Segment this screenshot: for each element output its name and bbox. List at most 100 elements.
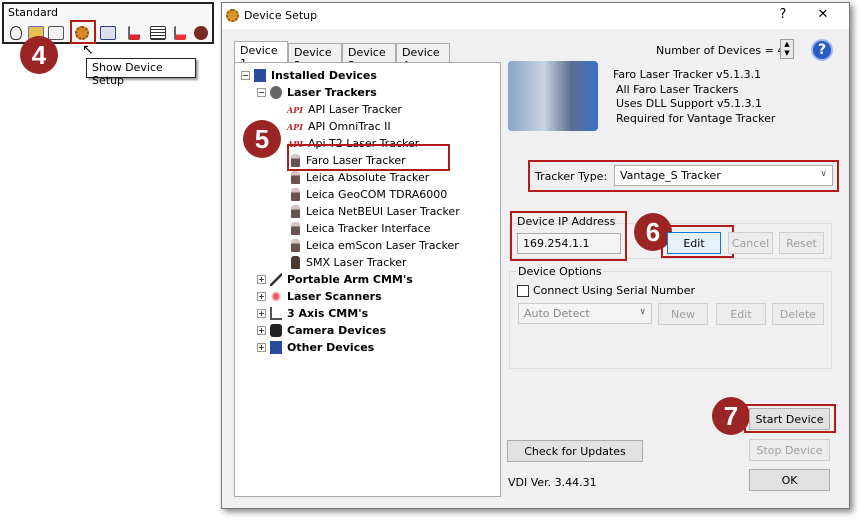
api-icon: API: [287, 104, 303, 115]
tree-category-label: Other Devices: [287, 341, 375, 354]
ip-field[interactable]: 169.254.1.1: [517, 233, 621, 254]
auto-detect-value: Auto Detect: [524, 307, 590, 320]
checklist-icon[interactable]: [48, 26, 64, 40]
step-badge-5: 5: [243, 120, 281, 158]
chevron-down-icon: ∨: [639, 307, 646, 317]
auto-detect-select[interactable]: Auto Detect ∨: [518, 303, 652, 324]
tree-root[interactable]: − Installed Devices: [241, 67, 377, 84]
tree-category-label: Portable Arm CMM's: [287, 273, 413, 286]
tree-item[interactable]: SMX Laser Tracker: [291, 254, 407, 271]
tree-item[interactable]: Leica Tracker Interface: [291, 220, 430, 237]
tree-item-label: API Laser Tracker: [307, 103, 402, 116]
tree-item-label: Leica NetBEUI Laser Tracker: [306, 205, 460, 218]
tracker-type-value: Vantage_S Tracker: [620, 169, 721, 182]
toolbar-title: Standard: [8, 6, 59, 19]
tree-item[interactable]: Leica emScon Laser Tracker: [291, 237, 459, 254]
tree-item-label: SMX Laser Tracker: [306, 256, 407, 269]
tree-category-label: Camera Devices: [287, 324, 387, 337]
num-devices-spinner[interactable]: ▲ ▼: [780, 39, 794, 59]
camera-icon: [270, 324, 282, 337]
device-info-line: All Faro Laser Trackers: [616, 82, 739, 96]
tree-category[interactable]: + Other Devices: [257, 339, 374, 356]
probe-icon[interactable]: [128, 26, 140, 40]
ok-button[interactable]: OK: [749, 469, 830, 491]
title-bar: Device Setup ? ✕: [222, 3, 849, 29]
serial-label: Connect Using Serial Number: [533, 284, 696, 297]
tracker-icon: [270, 86, 282, 99]
hand-icon[interactable]: [10, 26, 22, 40]
tracker-person-icon: [291, 188, 300, 201]
gear-icon[interactable]: [75, 26, 89, 40]
tooltip: Show Device Setup: [86, 58, 196, 87]
stop-device-button[interactable]: Stop Device: [749, 439, 830, 461]
tree-laser-trackers[interactable]: − Laser Trackers: [257, 84, 377, 101]
highlight-faro: [287, 144, 450, 171]
chevron-down-icon: ∨: [820, 169, 827, 179]
device-info: Faro Laser Tracker v5.1.3.1 All Faro Las…: [613, 68, 775, 126]
tree-category[interactable]: + Camera Devices: [257, 322, 386, 339]
serial-checkbox[interactable]: [517, 285, 529, 297]
tree-category[interactable]: +3 Axis CMM's: [257, 305, 368, 322]
tab-device-1[interactable]: Device 1: [234, 41, 288, 70]
tree-item[interactable]: Leica GeoCOM TDRA6000: [291, 186, 447, 203]
tracker-person-icon: [291, 222, 300, 235]
document-icon[interactable]: [100, 26, 116, 40]
device-info-line: Uses DLL Support v5.1.3.1: [616, 97, 762, 110]
computer-icon: [254, 69, 266, 82]
api-icon: API: [287, 121, 303, 132]
tree-laser-trackers-label: Laser Trackers: [287, 86, 377, 99]
device-tree: − Installed Devices − Laser Trackers API AP…: [234, 62, 501, 497]
help-icon[interactable]: ?: [811, 39, 833, 61]
tree-item[interactable]: Leica Absolute Tracker: [291, 169, 429, 186]
tree-item-label: Leica GeoCOM TDRA6000: [306, 188, 448, 201]
edit-ip-button[interactable]: Edit: [667, 232, 721, 254]
tree-item-label: Leica emScon Laser Tracker: [306, 239, 459, 252]
tree-root-label: Installed Devices: [271, 69, 377, 82]
cancel-ip-button[interactable]: Cancel: [728, 232, 773, 254]
ip-label: Device IP Address: [517, 215, 616, 228]
tab-device-2[interactable]: Device 2: [288, 43, 342, 72]
tree-category-label: Laser Scanners: [287, 290, 382, 303]
tracker-type-select[interactable]: Vantage_S Tracker ∨: [614, 165, 833, 186]
tracker-person-icon: [291, 256, 300, 269]
arm-icon: [270, 273, 282, 286]
cmm-icon: [270, 307, 282, 320]
num-devices-label: Number of Devices = 4: [656, 44, 785, 57]
device-options-label: Device Options: [516, 265, 604, 278]
tree-category-label: 3 Axis CMM's: [287, 307, 369, 320]
tracker-person-icon: [291, 205, 300, 218]
tab-device-3[interactable]: Device 3: [342, 43, 396, 72]
new-option-button[interactable]: New: [658, 303, 708, 325]
tree-category[interactable]: + Portable Arm CMM's: [257, 271, 413, 288]
tracker-person-icon: [291, 239, 300, 252]
close-button[interactable]: ✕: [813, 7, 833, 25]
tree-item[interactable]: API API OmniTrac II: [287, 118, 391, 135]
gear-icon: [226, 9, 239, 22]
device-setup-dialog: Device Setup ? ✕ Device 1 Device 2 Devic…: [221, 2, 850, 509]
help-button[interactable]: ?: [773, 7, 793, 25]
probe-red-icon[interactable]: [174, 26, 186, 40]
reset-ip-button[interactable]: Reset: [779, 232, 824, 254]
check-updates-button[interactable]: Check for Updates: [507, 440, 643, 462]
device-info-line: Faro Laser Tracker v5.1.3.1: [613, 68, 762, 81]
device-info-line: Required for Vantage Tracker: [616, 111, 776, 125]
start-device-button[interactable]: Start Device: [749, 408, 830, 430]
edit-option-button[interactable]: Edit: [716, 303, 766, 325]
computer-icon: [270, 341, 282, 354]
tab-device-4[interactable]: Device 4: [396, 43, 450, 72]
tree-item[interactable]: API API Laser Tracker: [287, 101, 402, 118]
tree-item-label: API OmniTrac II: [307, 120, 391, 133]
cursor-icon: ↖: [82, 42, 94, 58]
tree-item-label: Leica Absolute Tracker: [306, 171, 430, 184]
tracker-product-image: [508, 61, 598, 131]
dialog-title: Device Setup: [244, 9, 318, 22]
tree-item-label: Leica Tracker Interface: [306, 222, 431, 235]
delete-option-button[interactable]: Delete: [772, 303, 824, 325]
bug-icon[interactable]: [194, 26, 208, 40]
step-badge-4: 4: [20, 36, 58, 74]
tree-category[interactable]: + Laser Scanners: [257, 288, 382, 305]
tracker-person-icon: [291, 171, 300, 184]
tracker-type-label: Tracker Type:: [535, 170, 608, 183]
tree-item[interactable]: Leica NetBEUI Laser Tracker: [291, 203, 460, 220]
list-icon[interactable]: [150, 26, 166, 40]
